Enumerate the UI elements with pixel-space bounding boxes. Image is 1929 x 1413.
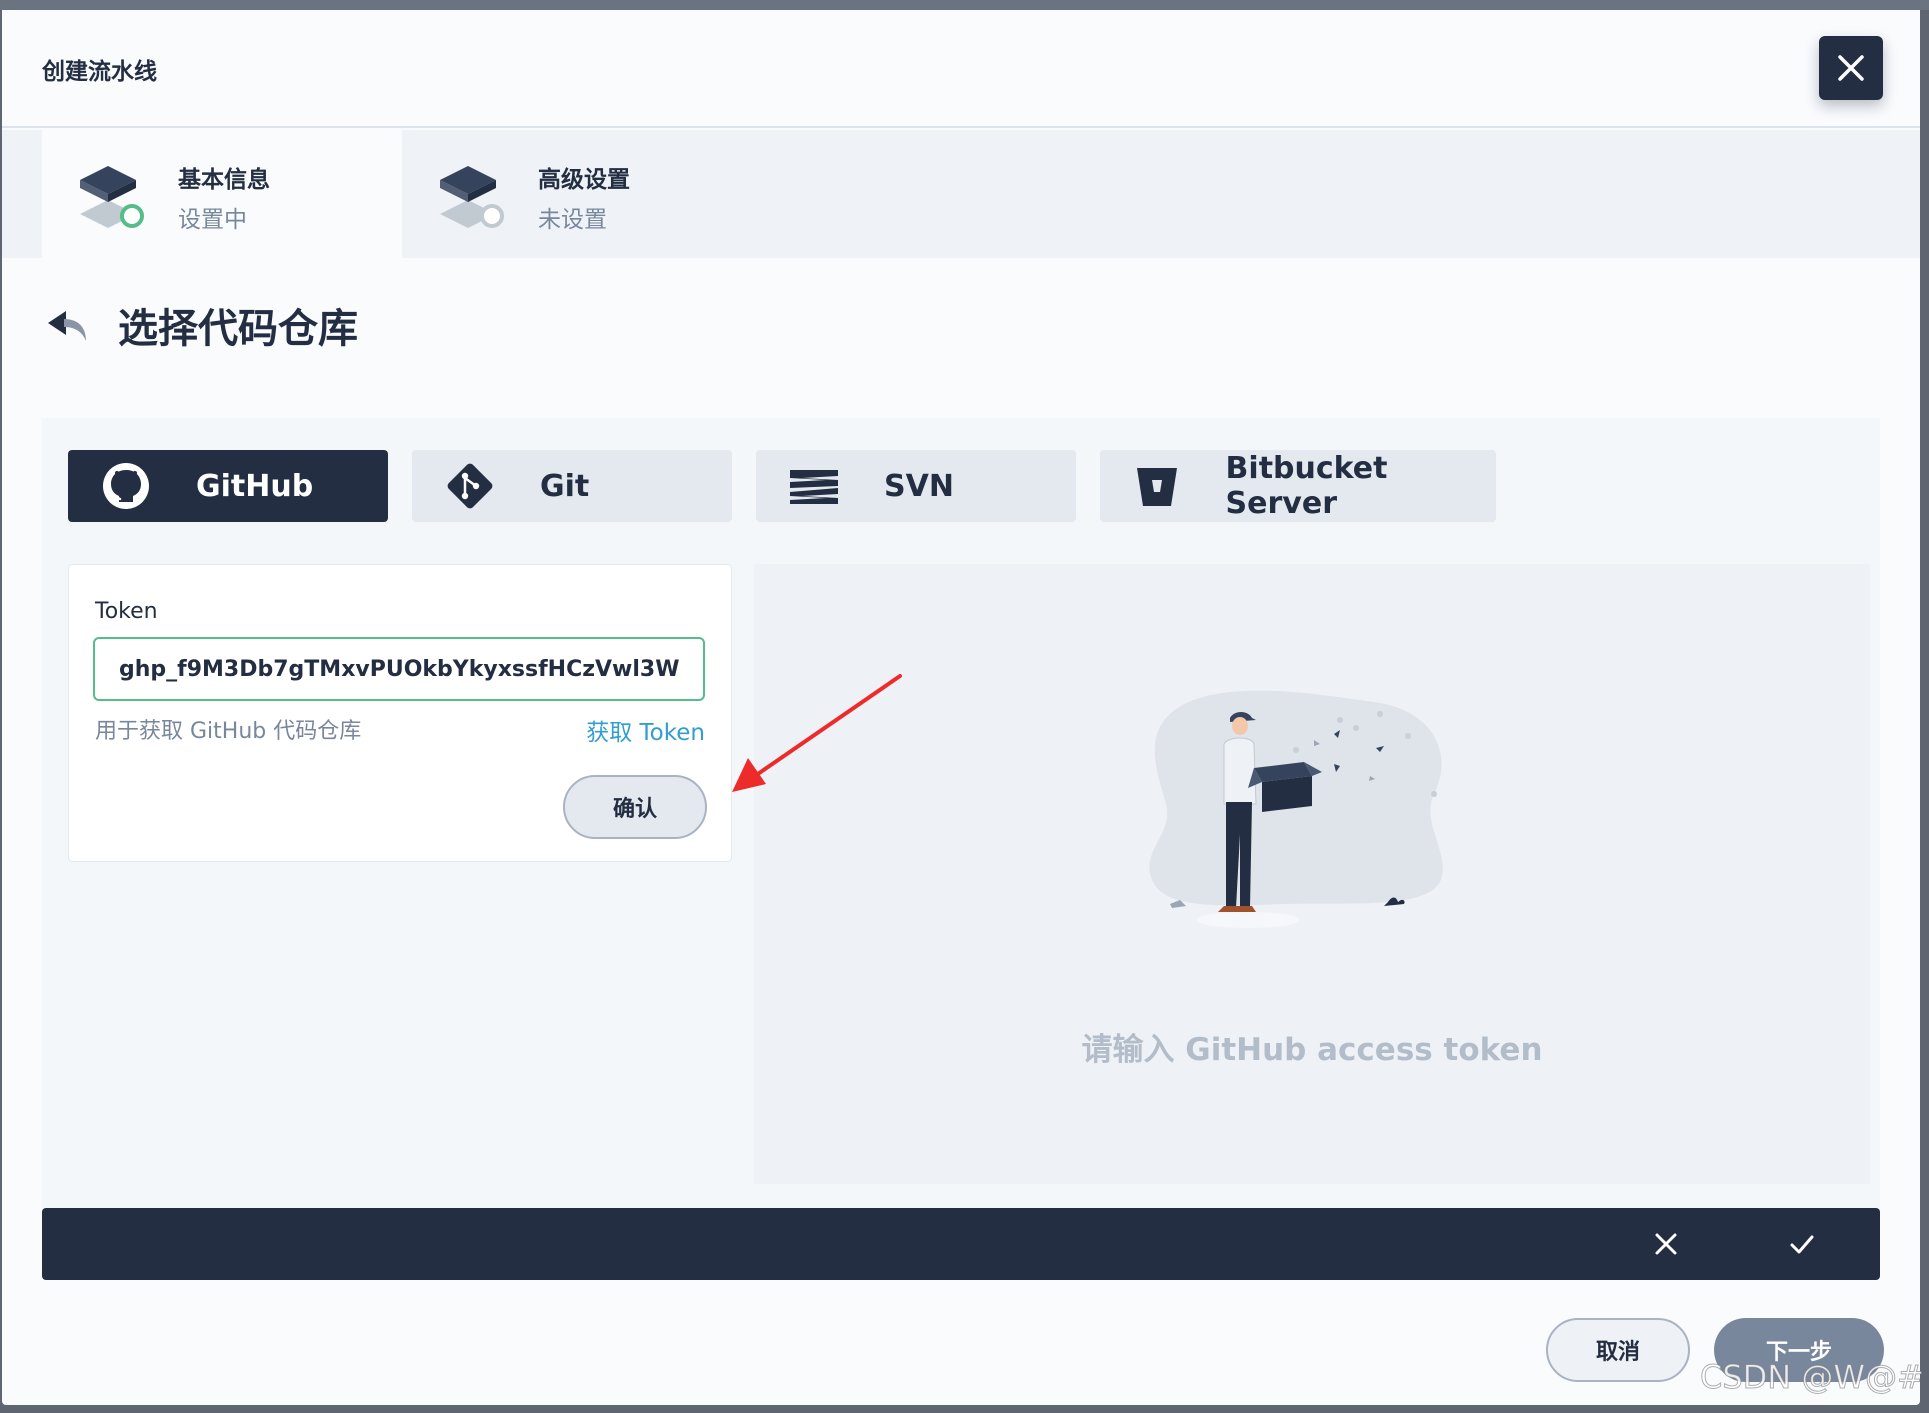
backdrop xyxy=(0,0,1929,10)
back-arrow-icon[interactable] xyxy=(46,305,90,345)
repository-panel: GitHub Git SVN Bitbucket Server Token gh… xyxy=(42,418,1880,1208)
create-pipeline-modal: 创建流水线 基本信息 设置中 高级设置 未设置 选择代码仓库 GitHub Gi… xyxy=(2,10,1920,1405)
steps-bar: 基本信息 设置中 高级设置 未设置 xyxy=(2,130,1920,258)
svn-icon xyxy=(788,460,840,512)
token-label: Token xyxy=(95,599,158,624)
empty-state-panel: 请输入 GitHub access token xyxy=(754,564,1870,1184)
tab-svn[interactable]: SVN xyxy=(756,450,1076,522)
tab-bitbucket-server[interactable]: Bitbucket Server xyxy=(1100,450,1496,522)
watermark-text: CSDN @W@# xyxy=(1700,1358,1925,1397)
backdrop-edge xyxy=(1920,10,1929,1405)
github-icon xyxy=(100,460,152,512)
confirm-token-button[interactable]: 确认 xyxy=(563,775,707,839)
step-advanced-settings[interactable]: 高级设置 未设置 xyxy=(402,130,762,258)
layers-icon xyxy=(80,166,144,228)
step-status: 未设置 xyxy=(538,207,607,233)
close-icon xyxy=(1838,55,1864,81)
annotation-arrow-icon xyxy=(732,674,902,792)
edit-action-bar xyxy=(42,1208,1880,1280)
token-input[interactable] xyxy=(93,637,705,701)
tab-github[interactable]: GitHub xyxy=(68,450,388,522)
check-icon[interactable] xyxy=(1788,1230,1816,1258)
tab-label: Bitbucket Server xyxy=(1225,451,1388,521)
section-title: 选择代码仓库 xyxy=(118,306,358,352)
modal-title: 创建流水线 xyxy=(42,59,157,85)
step-title: 高级设置 xyxy=(538,167,630,193)
tab-label: Git xyxy=(540,468,590,504)
empty-box-illustration-icon xyxy=(1149,690,1443,928)
bitbucket-icon xyxy=(1132,460,1182,512)
layers-icon xyxy=(440,166,504,228)
step-status: 设置中 xyxy=(178,207,247,233)
step-title: 基本信息 xyxy=(178,167,270,193)
empty-state-message: 请输入 GitHub access token xyxy=(1081,1032,1543,1068)
token-form-card: Token 用于获取 GitHub 代码仓库 获取 Token 确认 xyxy=(68,564,732,862)
tab-git[interactable]: Git xyxy=(412,450,732,522)
section-header: 选择代码仓库 xyxy=(46,300,358,352)
step-basic-info[interactable]: 基本信息 设置中 xyxy=(42,130,402,258)
token-hint: 用于获取 GitHub 代码仓库 xyxy=(95,719,362,744)
git-icon xyxy=(444,460,496,512)
modal-header: 创建流水线 xyxy=(2,10,1920,128)
get-token-link[interactable]: 获取 Token xyxy=(586,713,705,747)
close-button[interactable] xyxy=(1819,36,1883,100)
cancel-button[interactable]: 取消 xyxy=(1546,1318,1690,1382)
tab-label: GitHub xyxy=(196,468,314,504)
tab-label: SVN xyxy=(884,468,954,504)
close-icon[interactable] xyxy=(1652,1230,1680,1258)
